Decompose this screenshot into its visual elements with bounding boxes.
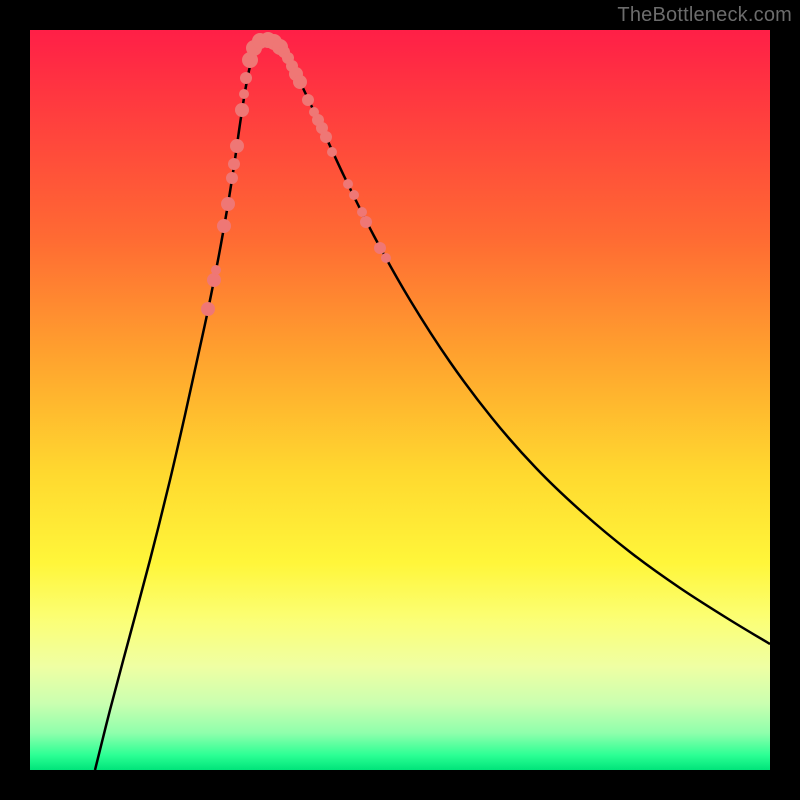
plot-area [30, 30, 770, 770]
data-marker [349, 190, 359, 200]
data-marker [302, 94, 314, 106]
data-marker [235, 103, 249, 117]
data-marker [293, 75, 307, 89]
data-marker [217, 219, 231, 233]
chart-frame: TheBottleneck.com [0, 0, 800, 800]
data-marker [226, 172, 238, 184]
curve-markers [201, 32, 391, 316]
data-marker [360, 216, 372, 228]
data-marker [239, 89, 249, 99]
watermark-text: TheBottleneck.com [617, 4, 792, 27]
bottleneck-curve [95, 40, 770, 770]
data-marker [327, 147, 337, 157]
data-marker [230, 139, 244, 153]
data-marker [320, 131, 332, 143]
chart-svg [30, 30, 770, 770]
data-marker [207, 273, 221, 287]
data-marker [343, 179, 353, 189]
data-marker [221, 197, 235, 211]
data-marker [374, 242, 386, 254]
data-marker [201, 302, 215, 316]
data-marker [240, 72, 252, 84]
data-marker [211, 265, 221, 275]
data-marker [357, 207, 367, 217]
data-marker [228, 158, 240, 170]
data-marker [381, 253, 391, 263]
